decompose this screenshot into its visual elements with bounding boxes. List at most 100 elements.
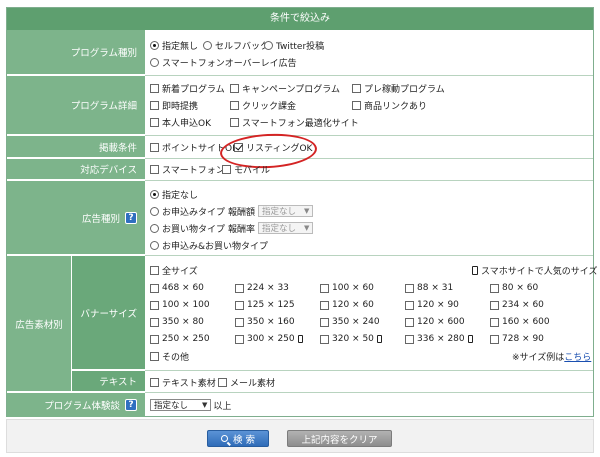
checkbox[interactable] <box>150 300 159 310</box>
size-option[interactable]: 350 × 80 <box>150 316 204 328</box>
checkbox[interactable] <box>218 377 227 387</box>
reward-amount-select[interactable]: 指定なし ▼ <box>258 205 314 217</box>
size-option[interactable]: 125 × 125 <box>235 299 295 311</box>
detail-pre-running[interactable]: プレ稼動プログラム <box>352 82 445 95</box>
checkbox[interactable] <box>405 300 414 310</box>
checkbox[interactable] <box>405 317 414 327</box>
size-option[interactable]: 88 × 31 <box>405 282 453 294</box>
help-icon[interactable]: ? <box>125 399 137 411</box>
checkbox[interactable] <box>490 317 499 327</box>
size-option[interactable]: 300 × 250 <box>235 333 303 345</box>
chevron-down-icon: ▼ <box>304 224 310 232</box>
search-button[interactable]: 検 索 <box>207 430 269 447</box>
radio[interactable] <box>150 57 159 67</box>
size-option[interactable]: 224 × 33 <box>235 282 289 294</box>
ad-type-none[interactable]: 指定なし <box>150 188 198 201</box>
program-type-option-selfback[interactable]: セルフバック <box>203 39 269 52</box>
size-option[interactable]: 350 × 240 <box>320 316 380 328</box>
size-other[interactable]: その他 <box>150 350 189 363</box>
radio[interactable] <box>150 40 159 50</box>
checkbox[interactable] <box>150 83 159 93</box>
program-type-option-none[interactable]: 指定無し <box>150 39 198 52</box>
radio[interactable] <box>203 40 212 50</box>
detail-product-link[interactable]: 商品リンクあり <box>352 99 427 112</box>
radio[interactable] <box>150 223 159 233</box>
program-type-option-twitter[interactable]: Twitter投稿 <box>264 39 324 52</box>
help-icon[interactable]: ? <box>125 211 137 224</box>
chevron-down-icon: ▼ <box>304 207 310 215</box>
checkbox[interactable] <box>150 283 159 293</box>
detail-smartphone-optimized[interactable]: スマートフォン最適化サイト <box>230 116 359 129</box>
checkbox[interactable] <box>235 334 244 344</box>
size-example-link[interactable]: こちら <box>564 350 591 363</box>
checkbox[interactable] <box>150 377 159 387</box>
listing-label: 掲載条件 <box>7 136 145 158</box>
size-option[interactable]: 728 × 90 <box>490 333 544 345</box>
checkbox[interactable] <box>235 300 244 310</box>
detail-new[interactable]: 新着プログラム <box>150 82 225 95</box>
program-type-option-overlay[interactable]: スマートフォンオーバーレイ広告 <box>150 56 297 69</box>
checkbox[interactable] <box>150 351 159 361</box>
checkbox[interactable] <box>150 164 159 174</box>
chevron-down-icon: ▼ <box>202 401 208 409</box>
checkbox[interactable] <box>230 83 239 93</box>
checkbox[interactable] <box>230 100 239 110</box>
size-option[interactable]: 234 × 60 <box>490 299 544 311</box>
checkbox[interactable] <box>320 300 329 310</box>
checkbox[interactable] <box>352 100 361 110</box>
size-option[interactable]: 250 × 250 <box>150 333 210 345</box>
size-option[interactable]: 160 × 600 <box>490 316 550 328</box>
size-option[interactable]: 336 × 280 <box>405 333 473 345</box>
checkbox[interactable] <box>150 265 159 275</box>
reward-rate-select[interactable]: 指定なし ▼ <box>258 222 314 234</box>
checkbox[interactable] <box>222 164 231 174</box>
size-all[interactable]: 全サイズ <box>150 264 198 277</box>
radio[interactable] <box>150 189 159 199</box>
checkbox[interactable] <box>490 283 499 293</box>
size-option[interactable]: 100 × 60 <box>320 282 374 294</box>
checkbox[interactable] <box>352 83 361 93</box>
checkbox[interactable] <box>320 283 329 293</box>
size-option[interactable]: 120 × 90 <box>405 299 459 311</box>
checkbox[interactable] <box>235 317 244 327</box>
radio[interactable] <box>150 206 159 216</box>
ad-type-both[interactable]: お申込み&お買い物タイプ <box>150 239 268 252</box>
device-mobile[interactable]: モバイル <box>222 163 270 176</box>
row-divider <box>145 370 593 371</box>
clear-button[interactable]: 上記内容をクリア <box>287 430 392 447</box>
mail-material[interactable]: メール素材 <box>218 376 275 389</box>
size-option[interactable]: 468 × 60 <box>150 282 204 294</box>
detail-self-apply[interactable]: 本人申込OK <box>150 116 211 129</box>
checkbox[interactable] <box>230 117 239 127</box>
checkbox[interactable] <box>150 317 159 327</box>
checkbox[interactable] <box>405 283 414 293</box>
size-option[interactable]: 350 × 160 <box>235 316 295 328</box>
radio[interactable] <box>264 40 273 50</box>
ad-type-shopping[interactable]: お買い物タイプ 報酬率 指定なし ▼ <box>150 222 314 235</box>
checkbox[interactable] <box>150 142 159 152</box>
checkbox[interactable] <box>490 334 499 344</box>
checkbox[interactable] <box>150 117 159 127</box>
size-option[interactable]: 120 × 60 <box>320 299 374 311</box>
checkbox[interactable] <box>320 334 329 344</box>
checkbox[interactable] <box>405 334 414 344</box>
size-option[interactable]: 100 × 100 <box>150 299 210 311</box>
checkbox[interactable] <box>320 317 329 327</box>
text-material[interactable]: テキスト素材 <box>150 376 216 389</box>
checkbox[interactable] <box>150 100 159 110</box>
checkbox[interactable] <box>235 283 244 293</box>
checkbox[interactable] <box>490 300 499 310</box>
detail-click-billing[interactable]: クリック課金 <box>230 99 296 112</box>
ad-type-apply[interactable]: お申込みタイプ 報酬額 指定なし ▼ <box>150 205 314 218</box>
detail-instant[interactable]: 即時提携 <box>150 99 198 112</box>
device-smartphone[interactable]: スマートフォン <box>150 163 225 176</box>
radio[interactable] <box>150 240 159 250</box>
detail-campaign[interactable]: キャンペーンプログラム <box>230 82 340 95</box>
smartphone-popular-note: スマホサイトで人気のサイズ <box>472 264 597 277</box>
size-option[interactable]: 120 × 600 <box>405 316 465 328</box>
row-divider <box>145 135 593 136</box>
size-option[interactable]: 320 × 50 <box>320 333 382 345</box>
experience-select[interactable]: 指定なし ▼ <box>150 399 212 411</box>
size-option[interactable]: 80 × 60 <box>490 282 538 294</box>
checkbox[interactable] <box>150 334 159 344</box>
